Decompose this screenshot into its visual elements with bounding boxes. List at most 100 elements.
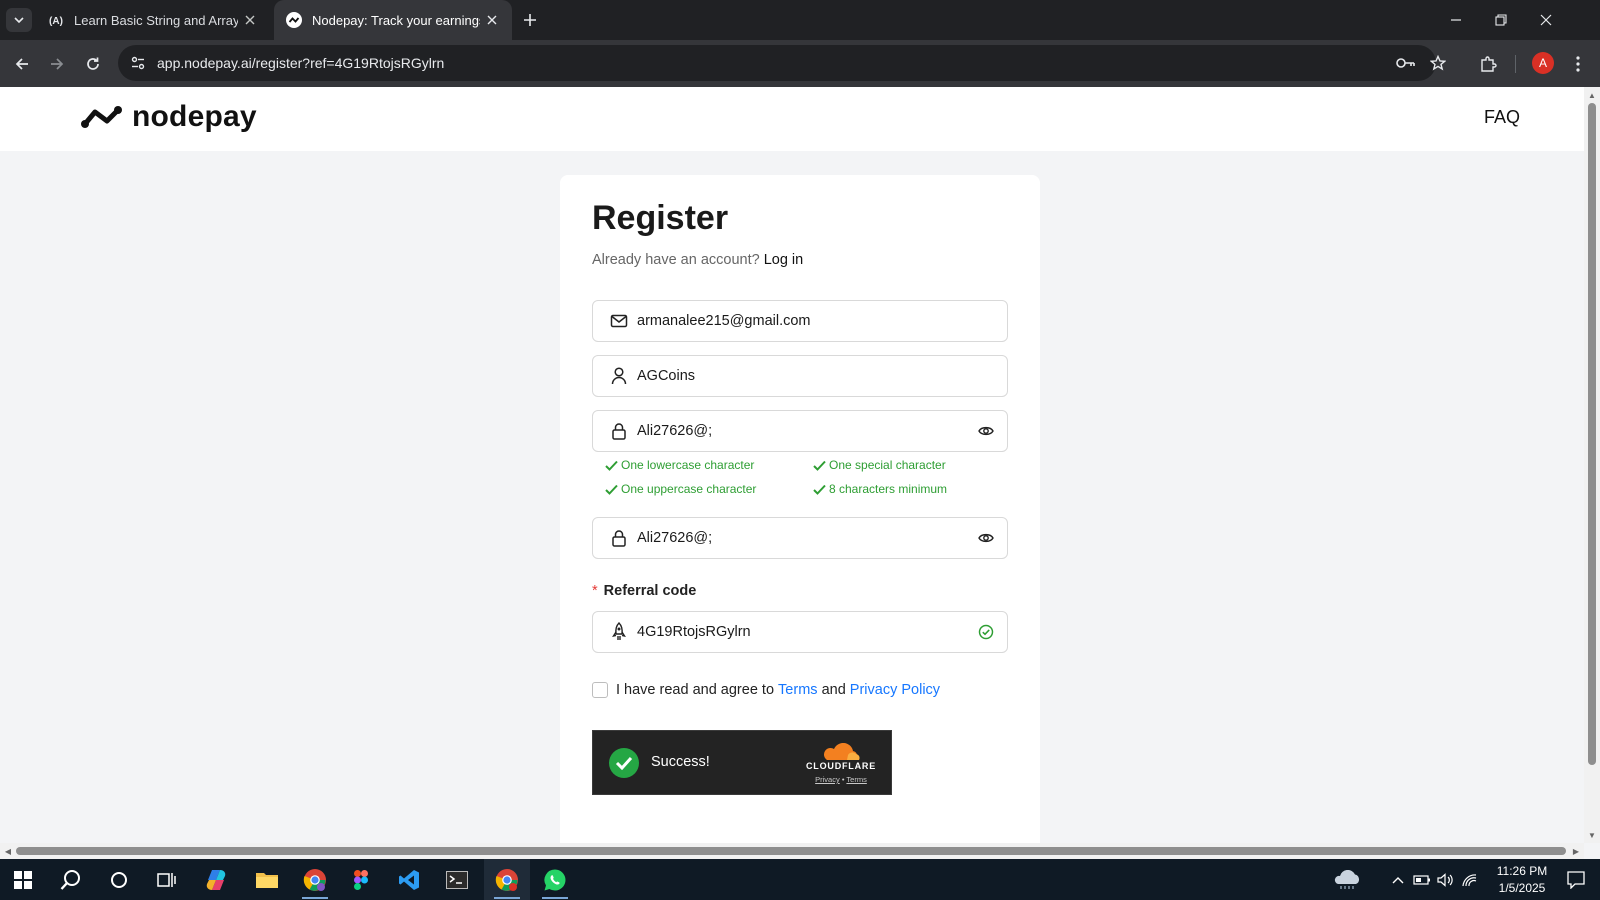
reload-button[interactable]	[79, 50, 107, 78]
weather-tray[interactable]	[1328, 859, 1368, 900]
extensions-button[interactable]	[1474, 50, 1502, 78]
search-button[interactable]	[48, 859, 94, 900]
restore-icon	[1495, 14, 1507, 26]
browser-menu-button[interactable]	[1564, 50, 1592, 78]
password-key-icon[interactable]	[1392, 49, 1420, 77]
clock-date: 1/5/2025	[1498, 881, 1546, 895]
clock-time: 11:26 PM	[1496, 864, 1548, 878]
tab-close-icon[interactable]	[480, 8, 504, 32]
address-url: app.nodepay.ai/register?ref=4G19RtojsRGy…	[157, 55, 445, 71]
scroll-right-icon[interactable]: ▶	[1568, 843, 1584, 859]
chevron-up-icon	[1392, 876, 1404, 883]
nodepay-logo[interactable]: nodepay	[80, 99, 257, 135]
password-field[interactable]: Ali27626@;	[592, 410, 1008, 452]
scroll-down-icon[interactable]: ▼	[1584, 827, 1600, 843]
scroll-left-icon[interactable]: ◀	[0, 843, 16, 859]
bookmark-star-icon[interactable]	[1424, 49, 1452, 77]
cloudflare-links: Privacy • Terms	[803, 775, 879, 784]
confirm-password-value: Ali27626@;	[637, 530, 713, 546]
username-field[interactable]: AGCoins	[592, 355, 1008, 397]
address-bar[interactable]: app.nodepay.ai/register?ref=4G19RtojsRGy…	[118, 45, 1446, 81]
cortana-circle-icon	[111, 871, 127, 888]
file-explorer-app[interactable]	[244, 859, 290, 900]
confirm-password-field[interactable]: Ali27626@;	[592, 517, 1008, 559]
new-tab-button[interactable]	[518, 8, 542, 32]
terms-link[interactable]: Terms	[778, 682, 817, 698]
tab-close-icon[interactable]	[238, 8, 262, 32]
terms-agreement: I have read and agree to Terms and Priva…	[592, 682, 940, 698]
close-window-button[interactable]	[1532, 6, 1560, 34]
mail-icon	[607, 309, 631, 333]
back-button[interactable]	[8, 50, 36, 78]
figma-app[interactable]	[338, 859, 384, 900]
site-header: nodepay FAQ	[0, 87, 1584, 151]
show-hidden-icons[interactable]	[1386, 859, 1410, 900]
volume-tray[interactable]	[1434, 859, 1458, 900]
chrome-icon	[303, 868, 326, 891]
rule-special: One special character	[812, 458, 946, 472]
browser-tab-strip: (A) Learn Basic String and Array Me Node…	[0, 0, 1600, 40]
tab-learn-basic-string[interactable]: (A) Learn Basic String and Array Me	[36, 0, 270, 40]
required-mark: *	[592, 583, 598, 599]
notification-icon	[1567, 870, 1585, 889]
site-info-icon[interactable]	[122, 49, 154, 77]
rocket-icon	[607, 620, 631, 644]
vertical-scrollbar[interactable]: ▲ ▼	[1584, 87, 1600, 843]
close-icon	[1540, 14, 1552, 26]
faq-link[interactable]: FAQ	[1484, 107, 1520, 128]
scroll-up-icon[interactable]: ▲	[1584, 87, 1600, 103]
cortana-button[interactable]	[96, 859, 142, 900]
lock-icon	[607, 419, 631, 443]
terminal-app[interactable]	[434, 859, 480, 900]
terms-checkbox[interactable]	[592, 682, 608, 698]
chevron-down-icon	[14, 17, 24, 24]
check-icon	[604, 482, 618, 496]
agree-prefix: I have read and agree to	[616, 682, 775, 698]
agree-and: and	[821, 682, 846, 698]
battery-tray[interactable]	[1410, 859, 1434, 900]
minimize-icon	[1451, 19, 1461, 21]
eye-icon[interactable]	[975, 527, 997, 549]
horizontal-scrollbar[interactable]: ◀ ▶	[0, 843, 1584, 859]
browser-toolbar: app.nodepay.ai/register?ref=4G19RtojsRGy…	[0, 40, 1600, 87]
toolbar-separator	[1515, 55, 1516, 73]
chrome-app-profile-2[interactable]	[484, 859, 530, 900]
vscode-app[interactable]	[386, 859, 432, 900]
task-view-button[interactable]	[144, 859, 190, 900]
arrow-left-icon	[15, 58, 28, 70]
chrome-app-profile-1[interactable]	[292, 859, 338, 900]
cloudflare-terms-link[interactable]: Terms	[846, 775, 866, 784]
forward-button[interactable]	[43, 50, 71, 78]
privacy-policy-link[interactable]: Privacy Policy	[850, 682, 940, 698]
notifications-button[interactable]	[1556, 859, 1596, 900]
task-view-icon	[157, 872, 176, 887]
puzzle-icon	[1481, 56, 1497, 72]
copilot-icon	[206, 869, 226, 890]
check-icon	[812, 482, 826, 496]
cloud-rain-icon	[1334, 869, 1360, 889]
rule-min-length: 8 characters minimum	[812, 482, 947, 496]
minimize-button[interactable]	[1442, 6, 1470, 34]
referral-code-field[interactable]: 4G19RtojsRGylrn	[592, 611, 1008, 653]
eye-icon[interactable]	[975, 420, 997, 442]
username-value: AGCoins	[637, 368, 696, 384]
success-check-icon	[609, 748, 639, 778]
horizontal-scroll-thumb[interactable]	[16, 847, 1566, 855]
check-icon	[604, 458, 618, 472]
restore-button[interactable]	[1487, 6, 1515, 34]
page-title: Register	[592, 199, 729, 237]
profile-avatar[interactable]: A	[1532, 52, 1554, 74]
cloudflare-brand: CLOUDFLARE Privacy • Terms	[803, 743, 883, 787]
taskbar-clock[interactable]: 11:26 PM 1/5/2025	[1476, 863, 1568, 897]
vertical-scroll-thumb[interactable]	[1588, 103, 1596, 765]
tab-search-button[interactable]	[6, 8, 32, 32]
cloudflare-privacy-link[interactable]: Privacy	[815, 775, 840, 784]
tab-favicon-icon: (A)	[48, 12, 64, 28]
wifi-icon	[1462, 873, 1477, 886]
start-button[interactable]	[0, 859, 46, 900]
tab-nodepay[interactable]: Nodepay: Track your earnings	[274, 0, 512, 40]
copilot-app[interactable]	[194, 859, 240, 900]
login-link[interactable]: Log in	[764, 252, 804, 268]
email-field[interactable]: armanalee215@gmail.com	[592, 300, 1008, 342]
whatsapp-app[interactable]	[532, 859, 578, 900]
